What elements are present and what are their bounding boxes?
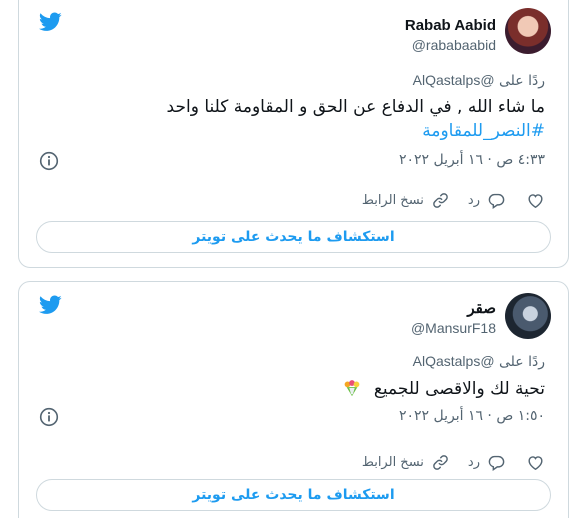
copy-link-label: نسخ الرابط <box>361 454 424 470</box>
reply-prefix: ردًا على <box>499 73 545 89</box>
action-bar: رد نسخ الرابط <box>344 188 545 212</box>
twitter-bird-icon[interactable] <box>39 295 62 315</box>
info-icon[interactable] <box>39 407 59 427</box>
bouquet-emoji <box>345 380 360 397</box>
action-bar: رد نسخ الرابط <box>344 450 545 474</box>
display-name[interactable]: صقر <box>411 299 496 318</box>
like-button[interactable] <box>526 453 545 472</box>
heart-icon <box>528 193 543 208</box>
reply-prefix: ردًا على <box>499 354 545 370</box>
like-button[interactable] <box>526 191 545 210</box>
timestamp[interactable]: ١:٥٠ ص · ١٦ أبريل ٢٠٢٢ <box>399 408 545 424</box>
copy-link-button[interactable]: نسخ الرابط <box>362 453 450 472</box>
reply-button[interactable]: رد <box>468 453 506 472</box>
reply-context: ردًا على @AlQastalps <box>413 353 545 370</box>
copy-link-label: نسخ الرابط <box>361 192 424 208</box>
twitter-bird-icon[interactable] <box>39 12 62 32</box>
heart-icon <box>528 455 543 470</box>
author-names[interactable]: صقر @MansurF18 <box>411 299 496 338</box>
link-icon <box>433 192 448 208</box>
hashtag-link[interactable]: #النصر_للمقاومة <box>79 119 545 143</box>
tweet-body: تحية لك والاقصى للجميع <box>373 379 545 399</box>
reply-mention[interactable]: @AlQastalps <box>413 353 495 369</box>
copy-link-button[interactable]: نسخ الرابط <box>362 191 450 210</box>
tweet-body: ما شاء الله , في الدفاع عن الحق و المقاو… <box>166 97 545 117</box>
handle[interactable]: @MansurF18 <box>411 318 496 338</box>
explore-button[interactable]: استكشاف ما يحدث على تويتر <box>36 479 551 511</box>
tweet-card[interactable]: Rabab Aabid @rababaabid ردًا على @AlQast… <box>18 0 569 268</box>
explore-button[interactable]: استكشاف ما يحدث على تويتر <box>36 221 551 253</box>
reply-label: رد <box>467 454 480 470</box>
avatar[interactable] <box>505 293 551 339</box>
handle[interactable]: @rababaabid <box>405 35 496 55</box>
timestamp[interactable]: ٤:٣٣ ص · ١٦ أبريل ٢٠٢٢ <box>399 152 545 168</box>
tweet-card[interactable]: صقر @MansurF18 ردًا على @AlQastalps تحية… <box>18 281 569 518</box>
tweet-text: ما شاء الله , في الدفاع عن الحق و المقاو… <box>79 95 545 143</box>
link-icon <box>433 454 448 470</box>
info-icon[interactable] <box>39 151 59 171</box>
reply-label: رد <box>467 192 480 208</box>
tweet-text: تحية لك والاقصى للجميع <box>79 377 545 401</box>
author-names[interactable]: Rabab Aabid @rababaabid <box>405 16 496 55</box>
reply-icon <box>488 455 505 471</box>
reply-button[interactable]: رد <box>468 191 506 210</box>
reply-mention[interactable]: @AlQastalps <box>413 72 495 88</box>
reply-context: ردًا على @AlQastalps <box>413 72 545 89</box>
reply-icon <box>488 193 505 209</box>
avatar[interactable] <box>505 8 551 54</box>
display-name[interactable]: Rabab Aabid <box>405 16 496 35</box>
